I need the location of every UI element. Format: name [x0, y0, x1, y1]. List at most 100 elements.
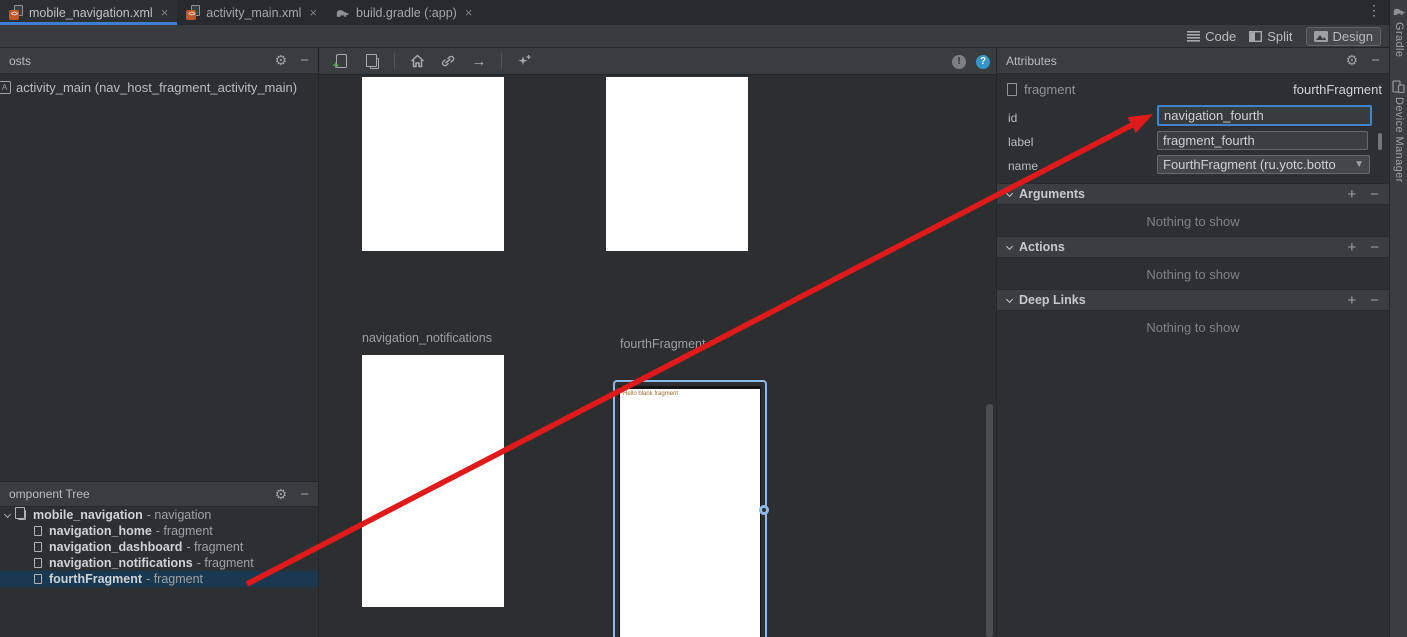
tab-label: mobile_navigation.xml: [29, 6, 153, 20]
new-destination-button[interactable]: +: [332, 52, 350, 70]
fragment-preview-fourthfragment[interactable]: Hello blank fragment: [619, 386, 761, 637]
attributes-panel: Attributes ⚙ − fragment fourthFragment i…: [996, 48, 1389, 637]
action-arrow-button[interactable]: →: [470, 52, 488, 70]
add-deep-link-icon[interactable]: +: [1347, 292, 1356, 309]
chevron-down-icon: ▼: [1354, 159, 1364, 170]
component-type-label: fragment: [1024, 82, 1075, 97]
component-tree-header: omponent Tree ⚙ −: [0, 481, 318, 507]
label-field-label: label: [1008, 135, 1033, 149]
remove-action-icon[interactable]: −: [1370, 239, 1379, 256]
tree-item-navigation-home[interactable]: navigation_home - fragment: [0, 523, 318, 539]
name-dropdown-value: FourthFragment (ru.yotc.botto: [1163, 157, 1352, 172]
fragment-preview-navigation-dashboard[interactable]: [606, 77, 748, 251]
android-studio-window: <> mobile_navigation.xml × <> activity_m…: [0, 0, 1407, 637]
tab-label: build.gradle (:app): [356, 6, 457, 20]
minimize-icon[interactable]: −: [1371, 52, 1380, 69]
id-input[interactable]: [1157, 105, 1372, 126]
toolbar-separator: [501, 53, 502, 69]
section-header-deep-links[interactable]: Deep Links + −: [997, 289, 1389, 311]
remove-deep-link-icon[interactable]: −: [1370, 292, 1379, 309]
code-view-button[interactable]: Code: [1187, 29, 1236, 44]
split-view-button[interactable]: Split: [1249, 29, 1292, 44]
tree-item-navigation-dashboard[interactable]: navigation_dashboard - fragment: [0, 539, 318, 555]
tab-build-gradle[interactable]: build.gradle (:app) ×: [326, 0, 481, 25]
name-field-label: name: [1008, 159, 1038, 173]
activity-icon: A: [0, 81, 11, 94]
split-icon: [1249, 31, 1262, 42]
left-panel: osts ⚙ − A activity_main (nav_host_fragm…: [0, 48, 319, 637]
host-item-activity-main[interactable]: A activity_main (nav_host_fragment_activ…: [0, 80, 297, 95]
chevron-down-icon: [1006, 295, 1013, 302]
minimize-icon[interactable]: −: [300, 52, 309, 69]
selected-fragment-fourthfragment[interactable]: Hello blank fragment: [613, 380, 767, 637]
add-action-icon[interactable]: +: [1347, 239, 1356, 256]
fragment-icon: [34, 542, 42, 552]
tab-label: activity_main.xml: [206, 6, 301, 20]
fragment-icon: [1007, 83, 1017, 96]
gear-icon[interactable]: ⚙: [1346, 52, 1359, 69]
chevron-down-icon: [1006, 242, 1013, 249]
gradle-icon[interactable]: [1392, 4, 1406, 22]
gear-icon[interactable]: ⚙: [275, 52, 288, 69]
navigation-graph-icon: [18, 510, 26, 520]
assign-start-destination-button[interactable]: [408, 52, 426, 70]
tool-window-device-manager[interactable]: Device Manager: [1393, 97, 1405, 183]
gear-icon[interactable]: ⚙: [275, 486, 288, 503]
deep-links-empty-text: Nothing to show: [997, 320, 1389, 335]
xml-file-icon: <>: [9, 5, 23, 20]
deep-link-button[interactable]: [439, 52, 457, 70]
component-type-row: fragment: [1007, 82, 1075, 97]
component-tree-title: omponent Tree: [9, 487, 90, 501]
action-connection-handle[interactable]: [759, 505, 769, 515]
design-view-button[interactable]: Design: [1306, 27, 1381, 46]
design-toolbar: + → ! ?: [319, 48, 996, 75]
tab-mobile-navigation-xml[interactable]: <> mobile_navigation.xml ×: [0, 0, 177, 25]
fragment-label-notifications: navigation_notifications: [362, 331, 492, 345]
design-icon: [1314, 31, 1328, 42]
host-item-label: activity_main (nav_host_fragment_activit…: [16, 80, 297, 95]
tree-item-mobile-navigation[interactable]: mobile_navigation - navigation: [0, 507, 318, 523]
tab-activity-main-xml[interactable]: <> activity_main.xml ×: [177, 0, 326, 25]
more-options-icon[interactable]: ⋮: [1367, 2, 1381, 19]
tree-item-navigation-notifications[interactable]: navigation_notifications - fragment: [0, 555, 318, 571]
section-header-actions[interactable]: Actions + −: [997, 236, 1389, 258]
section-header-arguments[interactable]: Arguments + −: [997, 183, 1389, 205]
fragment-icon: [34, 526, 42, 536]
help-icon[interactable]: ?: [976, 55, 990, 69]
editor-tab-bar: <> mobile_navigation.xml × <> activity_m…: [0, 0, 1389, 25]
right-tool-window-bar: Gradle Device Manager: [1389, 0, 1407, 637]
id-field-label: id: [1008, 111, 1017, 125]
remove-argument-icon[interactable]: −: [1370, 186, 1379, 203]
chevron-down-icon: [1006, 189, 1013, 196]
auto-arrange-button[interactable]: [515, 52, 533, 70]
code-icon: [1187, 31, 1200, 42]
minimize-icon[interactable]: −: [300, 486, 309, 503]
label-input[interactable]: [1157, 131, 1368, 150]
warnings-icon[interactable]: !: [952, 55, 966, 69]
tree-item-fourthfragment[interactable]: fourthFragment - fragment: [0, 571, 318, 587]
actions-empty-text: Nothing to show: [997, 267, 1389, 282]
hosts-panel-title: osts: [9, 54, 31, 68]
canvas-vertical-scrollbar[interactable]: [986, 404, 993, 637]
name-dropdown[interactable]: FourthFragment (ru.yotc.botto ▼: [1157, 155, 1370, 174]
navigation-canvas[interactable]: navigation_notifications fourthFragment …: [319, 75, 996, 637]
component-id-value: fourthFragment: [1293, 82, 1382, 97]
tool-window-gradle[interactable]: Gradle: [1393, 22, 1405, 57]
fragment-label-fourth: fourthFragment: [620, 337, 705, 351]
device-manager-icon[interactable]: [1392, 80, 1405, 98]
close-tab-icon[interactable]: ×: [309, 5, 317, 20]
fragment-preview-navigation-home[interactable]: [362, 77, 504, 251]
close-tab-icon[interactable]: ×: [161, 5, 169, 20]
add-argument-icon[interactable]: +: [1347, 186, 1356, 203]
fragment-preview-navigation-notifications[interactable]: [362, 355, 504, 607]
fragment-icon: [34, 558, 42, 568]
toolbar-separator: [394, 53, 395, 69]
close-tab-icon[interactable]: ×: [465, 5, 473, 20]
nested-graph-button[interactable]: [363, 52, 381, 70]
attributes-panel-header: Attributes ⚙ −: [997, 48, 1389, 74]
attributes-scrollbar-thumb[interactable]: [1378, 133, 1382, 150]
chevron-down-icon[interactable]: [4, 510, 11, 517]
design-surface: + → ! ? navigation_notifications: [319, 48, 996, 637]
xml-file-icon: <>: [186, 5, 200, 20]
gradle-file-icon: [335, 7, 350, 19]
